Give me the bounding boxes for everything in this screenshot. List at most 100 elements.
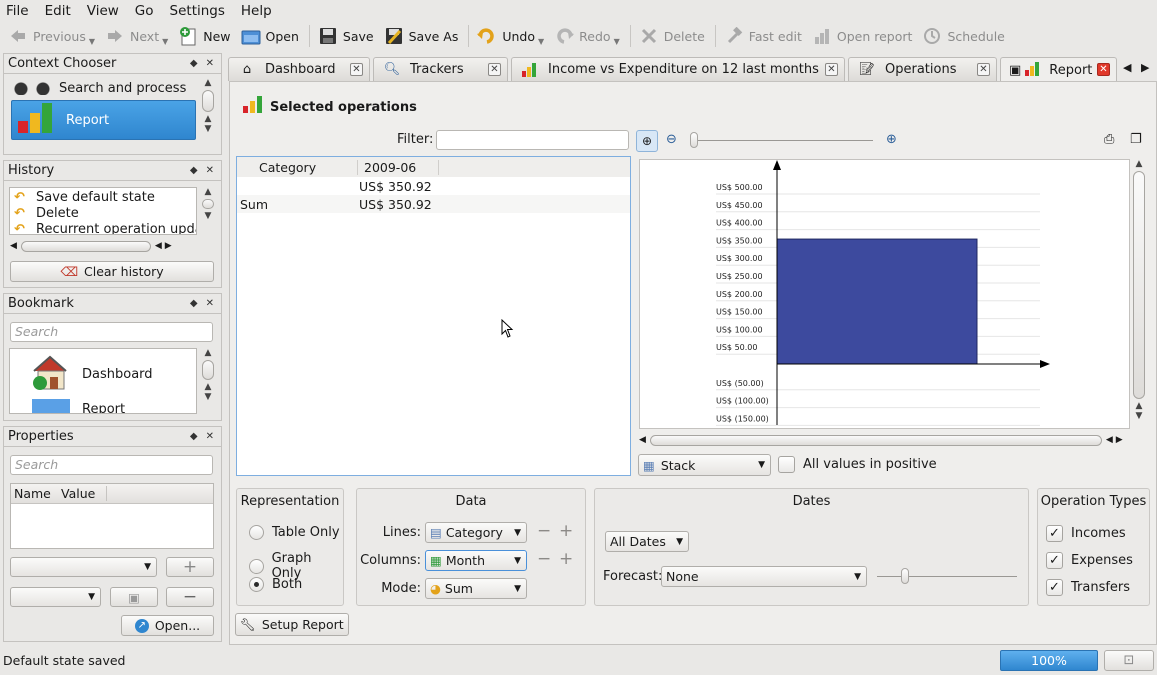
undo-button[interactable]: Undo ▼	[473, 23, 550, 49]
clear-history-button[interactable]: ⌫ Clear history	[10, 261, 214, 282]
filter-input[interactable]	[436, 130, 629, 150]
bookmark-search-input[interactable]: Search	[10, 322, 213, 342]
lines-remove-button[interactable]: −	[537, 521, 551, 541]
incomes-checkbox[interactable]: ✓ Incomes	[1046, 525, 1126, 542]
redo-button[interactable]: Redo ▼	[550, 23, 626, 49]
forecast-slider[interactable]	[877, 576, 1017, 577]
tab-trackers[interactable]: 🔍︎ Trackers ✕	[373, 57, 508, 81]
open-report-button[interactable]: Open report	[808, 23, 919, 49]
close-icon[interactable]: ✕	[206, 58, 214, 69]
close-icon[interactable]: ✕	[206, 298, 214, 309]
table-row[interactable]: Sum US$ 350.92	[237, 195, 630, 213]
save-button[interactable]: Save	[314, 23, 380, 49]
table-row[interactable]: US$ 350.92	[237, 177, 630, 195]
plus-icon: +	[182, 557, 198, 577]
close-tab-icon[interactable]: ✕	[488, 63, 501, 76]
report-chart-icon	[242, 96, 264, 118]
setup-report-button[interactable]: 🔧︎ Setup Report	[235, 613, 349, 636]
all-values-positive-checkbox[interactable]: All values in positive	[778, 456, 937, 473]
redo-icon	[554, 26, 575, 46]
float-icon[interactable]: ◆	[190, 431, 198, 442]
add-property-button[interactable]: +	[166, 557, 214, 577]
print-button[interactable]: ⎙	[1104, 132, 1114, 147]
context-item-report[interactable]: Report	[11, 100, 196, 140]
context-item-search[interactable]: Search and process	[13, 78, 186, 98]
history-vscrollbar[interactable]: ▲ ▼	[201, 187, 215, 237]
tab-report[interactable]: ▣ Report ✕	[1000, 57, 1117, 83]
history-item[interactable]: ↶ Save default state	[14, 190, 155, 205]
close-tab-icon[interactable]: ✕	[1097, 63, 1110, 76]
menu-view[interactable]: View	[87, 3, 119, 19]
bookmark-item-report[interactable]: Report	[30, 397, 125, 413]
chart-area[interactable]: US$ 500.00 US$ 450.00 US$ 400.00 US$ 350.00…	[639, 159, 1130, 429]
properties-col-name[interactable]: Name	[11, 486, 61, 501]
context-scrollbar[interactable]: ▲ ▲ ▼	[201, 78, 215, 152]
tab-scroll-right[interactable]: ▶	[1141, 61, 1149, 74]
history-item[interactable]: ↶ Delete	[14, 206, 79, 221]
expenses-checkbox[interactable]: ✓ Expenses	[1046, 552, 1133, 569]
column-header-category[interactable]: Category	[237, 159, 358, 175]
chart-type-combo[interactable]: ▦ Stack ▼	[638, 454, 771, 476]
tab-scroll-left[interactable]: ◀	[1123, 61, 1131, 74]
zoom-slider[interactable]	[696, 140, 873, 141]
transfers-checkbox[interactable]: ✓ Transfers	[1046, 579, 1130, 596]
tab-operations[interactable]: 📝︎ Operations ✕	[848, 57, 997, 81]
properties-col-value[interactable]: Value	[61, 486, 107, 501]
columns-combo[interactable]: ▦ Month ▼	[425, 550, 527, 571]
dates-title: Dates	[792, 494, 831, 509]
remove-property-button[interactable]: −	[166, 587, 214, 607]
zoom-out-button[interactable]: ⊖	[666, 132, 677, 147]
history-hscrollbar[interactable]: ◀ ◀ ▶	[10, 239, 206, 253]
stop-button[interactable]: ⊡	[1104, 650, 1154, 671]
forecast-combo[interactable]: None ▼	[661, 566, 867, 587]
zoom-fit-button[interactable]: ⊕	[636, 130, 658, 152]
lines-add-button[interactable]: +	[559, 521, 573, 541]
next-button[interactable]: Next ▼	[101, 23, 174, 49]
chart-hscrollbar[interactable]: ◀ ◀ ▶	[639, 433, 1131, 447]
save-property-button[interactable]: ▣	[110, 587, 158, 607]
open-button[interactable]: Open	[237, 23, 305, 49]
menu-go[interactable]: Go	[135, 3, 154, 19]
property-value-combo[interactable]: ▼	[10, 587, 101, 607]
new-button[interactable]: New	[174, 23, 236, 49]
close-tab-icon[interactable]: ✕	[350, 63, 363, 76]
menu-help[interactable]: Help	[241, 3, 272, 19]
zoom-slider-handle[interactable]	[690, 132, 698, 148]
float-icon[interactable]: ◆	[190, 165, 198, 176]
period-combo[interactable]: All Dates ▼	[605, 531, 689, 552]
close-icon[interactable]: ✕	[206, 431, 214, 442]
mode-combo[interactable]: ◕ Sum ▼	[425, 578, 527, 599]
lines-combo[interactable]: ▤ Category ▼	[425, 522, 527, 543]
save-as-button[interactable]: Save As	[380, 23, 465, 49]
forecast-slider-handle[interactable]	[901, 568, 909, 584]
column-header-month[interactable]: 2009-06	[358, 159, 439, 175]
fast-edit-button[interactable]: Fast edit	[720, 23, 808, 49]
representation-group: Representation Table Only Graph Only Bot…	[236, 488, 344, 606]
close-icon[interactable]: ✕	[206, 165, 214, 176]
tab-income-vs-expenditure[interactable]: Income vs Expenditure on 12 last months …	[511, 57, 845, 81]
close-tab-icon[interactable]: ✕	[825, 63, 838, 76]
zoom-in-button[interactable]: ⊕	[886, 132, 897, 147]
close-tab-icon[interactable]: ✕	[977, 63, 990, 76]
columns-remove-button[interactable]: −	[537, 549, 551, 569]
columns-add-button[interactable]: +	[559, 549, 573, 569]
open-properties-button[interactable]: ↗ Open...	[121, 615, 214, 636]
bookmark-scrollbar[interactable]: ▲ ▲ ▼	[201, 348, 215, 414]
menu-edit[interactable]: Edit	[45, 3, 71, 19]
float-icon[interactable]: ◆	[190, 298, 198, 309]
radio-table-only[interactable]: Table Only	[249, 525, 340, 540]
bookmark-item-dashboard[interactable]: Dashboard	[30, 353, 153, 395]
history-item[interactable]: ↶ Recurrent operation updat	[14, 222, 196, 234]
tab-dashboard[interactable]: ⌂ Dashboard ✕	[228, 57, 370, 81]
schedule-button[interactable]: Schedule	[918, 23, 1010, 49]
radio-both[interactable]: Both	[249, 577, 302, 592]
previous-button[interactable]: Previous ▼	[4, 23, 101, 49]
menu-file[interactable]: File	[6, 3, 29, 19]
property-name-combo[interactable]: ▼	[10, 557, 157, 577]
properties-search-input[interactable]: Search	[10, 455, 213, 475]
chart-vscrollbar[interactable]: ▲ ▲ ▼	[1132, 159, 1146, 429]
float-icon[interactable]: ◆	[190, 58, 198, 69]
menu-settings[interactable]: Settings	[170, 3, 225, 19]
delete-button[interactable]: Delete	[635, 23, 711, 49]
copy-button[interactable]: ❐	[1130, 132, 1142, 147]
